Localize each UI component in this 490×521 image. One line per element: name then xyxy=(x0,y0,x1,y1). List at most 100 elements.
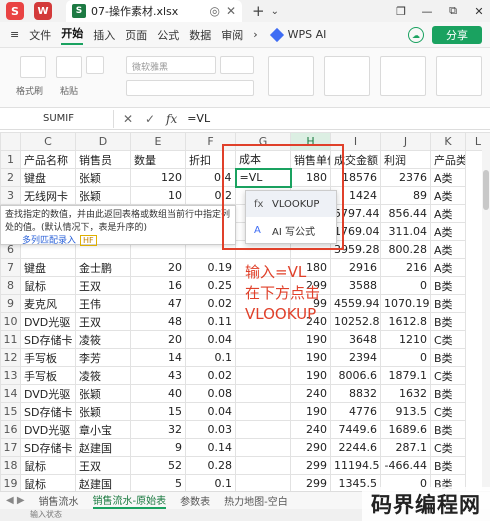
table-cell[interactable]: DVD光驱 xyxy=(20,384,76,403)
vertical-scrollbar[interactable] xyxy=(482,150,490,490)
row-number[interactable]: 9 xyxy=(0,294,21,313)
table-cell[interactable] xyxy=(235,366,291,385)
table-cell[interactable]: 产品类别 xyxy=(430,150,466,169)
table-cell[interactable]: 913.5 xyxy=(380,402,431,421)
table-cell[interactable]: 0.11 xyxy=(185,312,236,331)
font-size-select[interactable] xyxy=(220,56,254,74)
table-cell[interactable]: B类 xyxy=(430,420,466,439)
table-cell[interactable]: 4776 xyxy=(330,402,381,421)
col-header-k[interactable]: K xyxy=(430,132,466,151)
select-all-corner[interactable] xyxy=(0,132,21,151)
table-cell[interactable]: 0 xyxy=(380,276,431,295)
table-cell[interactable] xyxy=(235,438,291,457)
table-cell[interactable]: 216 xyxy=(380,258,431,277)
table-cell[interactable] xyxy=(235,384,291,403)
table-cell[interactable]: B类 xyxy=(430,456,466,475)
col-header-e[interactable]: E xyxy=(130,132,186,151)
table-cell[interactable]: 10252.8 xyxy=(330,312,381,331)
table-cell[interactable]: 王双 xyxy=(75,456,131,475)
table-cell[interactable]: 王伟 xyxy=(75,294,131,313)
table-cell[interactable]: 键盘 xyxy=(20,258,76,277)
table-cell[interactable]: B类 xyxy=(430,384,466,403)
table-cell[interactable]: 290 xyxy=(290,438,331,457)
table-cell[interactable]: 0.1 xyxy=(185,348,236,367)
row-number[interactable]: 14 xyxy=(0,384,21,403)
font-style-group[interactable] xyxy=(126,80,254,96)
table-cell[interactable]: 0 xyxy=(380,348,431,367)
row-number[interactable]: 19 xyxy=(0,474,21,493)
menu-review[interactable]: 审阅 xyxy=(221,27,243,43)
menu-page[interactable]: 页面 xyxy=(125,27,147,43)
table-cell[interactable]: 7449.6 xyxy=(330,420,381,439)
conditional-format-group[interactable] xyxy=(436,56,482,96)
table-cell[interactable]: 4559.94 xyxy=(330,294,381,313)
table-cell[interactable]: 52 xyxy=(130,456,186,475)
table-cell[interactable]: 手写板 xyxy=(20,348,76,367)
table-cell[interactable]: 1689.6 xyxy=(380,420,431,439)
table-cell[interactable]: 0.02 xyxy=(185,294,236,313)
table-cell[interactable]: 张颖 xyxy=(75,384,131,403)
menu-insert[interactable]: 插入 xyxy=(93,27,115,43)
table-cell[interactable]: 15 xyxy=(130,402,186,421)
table-cell[interactable]: 0.14 xyxy=(185,438,236,457)
table-cell[interactable] xyxy=(235,348,291,367)
table-cell[interactable]: 287.1 xyxy=(380,438,431,457)
table-cell[interactable]: 32 xyxy=(130,420,186,439)
table-cell[interactable]: B类 xyxy=(430,348,466,367)
table-cell[interactable]: 8006.6 xyxy=(330,366,381,385)
table-cell[interactable]: C类 xyxy=(430,330,466,349)
table-cell[interactable]: 0.02 xyxy=(185,366,236,385)
table-cell[interactable]: 190 xyxy=(290,330,331,349)
table-cell[interactable]: 9 xyxy=(130,438,186,457)
row-number[interactable]: 13 xyxy=(0,366,21,385)
table-cell[interactable]: SD存储卡 xyxy=(20,402,76,421)
name-box[interactable]: SUMIF xyxy=(4,109,114,128)
menu-file[interactable]: 文件 xyxy=(29,27,51,43)
table-cell[interactable]: A类 xyxy=(430,240,466,259)
table-cell[interactable]: B类 xyxy=(430,294,466,313)
table-cell[interactable]: 8832 xyxy=(330,384,381,403)
row-number[interactable]: 2 xyxy=(0,168,21,187)
table-cell[interactable]: 金士鹏 xyxy=(75,258,131,277)
row-number[interactable]: 3 xyxy=(0,186,21,205)
format-painter-icon[interactable] xyxy=(20,56,46,78)
table-cell[interactable]: 鼠标 xyxy=(20,276,76,295)
row-number[interactable]: 18 xyxy=(0,456,21,475)
table-cell[interactable]: 0.25 xyxy=(185,276,236,295)
table-cell[interactable]: 3588 xyxy=(330,276,381,295)
table-cell[interactable]: 赵建国 xyxy=(75,438,131,457)
table-cell[interactable]: B类 xyxy=(430,312,466,331)
table-cell[interactable]: 2394 xyxy=(330,348,381,367)
row-number[interactable]: 8 xyxy=(0,276,21,295)
row-number[interactable]: 12 xyxy=(0,348,21,367)
table-cell[interactable] xyxy=(235,456,291,475)
table-cell[interactable]: 1210 xyxy=(380,330,431,349)
cancel-formula-icon[interactable]: ✕ xyxy=(120,112,136,126)
table-cell[interactable]: 299 xyxy=(290,456,331,475)
row-number[interactable]: 7 xyxy=(0,258,21,277)
table-cell[interactable]: 产品名称 xyxy=(20,150,76,169)
table-cell[interactable]: 11194.56 xyxy=(330,456,381,475)
wrap-merge-group[interactable] xyxy=(324,56,370,96)
table-cell[interactable]: C类 xyxy=(430,402,466,421)
table-cell[interactable]: 鼠标 xyxy=(20,474,76,493)
table-cell[interactable]: 无线网卡 xyxy=(20,186,76,205)
table-cell[interactable]: 47 xyxy=(130,294,186,313)
sheet-tab-params[interactable]: 参数表 xyxy=(180,493,210,508)
menu-data[interactable]: 数据 xyxy=(189,27,211,43)
table-cell[interactable]: 手写板 xyxy=(20,366,76,385)
table-cell[interactable]: 麦克风 xyxy=(20,294,76,313)
app-icon[interactable]: W xyxy=(34,2,52,20)
table-cell[interactable]: SD存储卡 xyxy=(20,330,76,349)
table-cell[interactable]: 856.44 xyxy=(380,204,431,223)
col-header-d[interactable]: D xyxy=(75,132,131,151)
table-cell[interactable]: DVD光驱 xyxy=(20,312,76,331)
table-cell[interactable]: 1632 xyxy=(380,384,431,403)
row-number[interactable]: 16 xyxy=(0,420,21,439)
table-cell[interactable]: 240 xyxy=(290,420,331,439)
maximize-icon[interactable]: ⧉ xyxy=(442,4,464,18)
tab-list-chevron-icon[interactable]: ⌄ xyxy=(271,6,279,17)
col-header-j[interactable]: J xyxy=(380,132,431,151)
row-number[interactable]: 11 xyxy=(0,330,21,349)
table-cell[interactable]: C类 xyxy=(430,438,466,457)
